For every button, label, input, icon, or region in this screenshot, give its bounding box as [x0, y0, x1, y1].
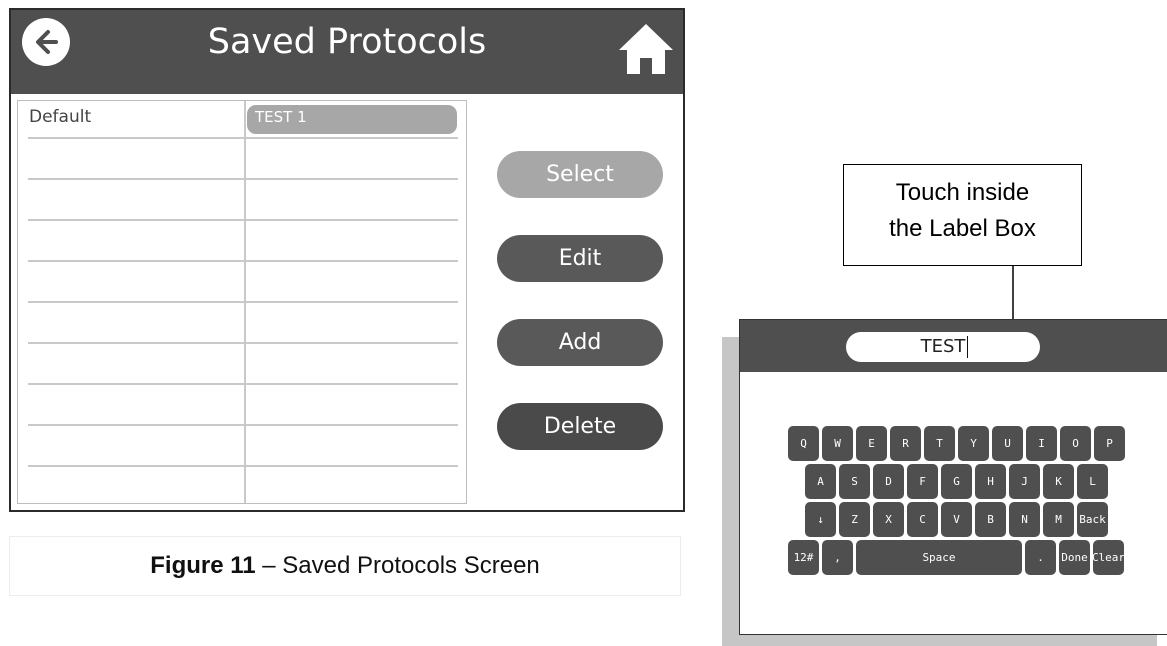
caption-text: – Saved Protocols Screen — [255, 552, 540, 579]
protocol-name-cell[interactable]: Default — [28, 101, 242, 142]
key-b[interactable]: B — [975, 502, 1006, 537]
key-c[interactable]: C — [907, 502, 938, 537]
key-shift[interactable]: ↓ — [805, 502, 836, 537]
page-title: Saved Protocols — [207, 22, 487, 62]
table-row[interactable] — [28, 220, 458, 261]
delete-button[interactable]: Delete — [497, 403, 663, 450]
text-caret — [967, 336, 968, 358]
saved-protocols-screen: Saved Protocols Default TEST 1 Select Ed… — [9, 8, 685, 512]
key-space[interactable]: Space — [856, 540, 1022, 575]
key-n[interactable]: N — [1009, 502, 1040, 537]
cell-text: Default — [29, 107, 92, 127]
key-back[interactable]: Back — [1077, 502, 1108, 537]
header-bar: Saved Protocols — [11, 10, 683, 94]
table-row[interactable]: Default TEST 1 — [28, 101, 458, 142]
key-p[interactable]: P — [1094, 426, 1125, 461]
key-l[interactable]: L — [1077, 464, 1108, 499]
table-row[interactable] — [28, 138, 458, 179]
key-h[interactable]: H — [975, 464, 1006, 499]
protocol-table: Default TEST 1 — [17, 100, 467, 504]
key-r[interactable]: R — [890, 426, 921, 461]
select-button[interactable]: Select — [497, 151, 663, 198]
edit-button[interactable]: Edit — [497, 235, 663, 282]
key-w[interactable]: W — [822, 426, 853, 461]
key-x[interactable]: X — [873, 502, 904, 537]
table-row[interactable] — [28, 179, 458, 220]
key-a[interactable]: A — [805, 464, 836, 499]
key-e[interactable]: E — [856, 426, 887, 461]
key-m[interactable]: M — [1043, 502, 1074, 537]
key-v[interactable]: V — [941, 502, 972, 537]
protocol-label-cell[interactable]: TEST 1 — [245, 101, 458, 142]
label-input[interactable]: TEST — [846, 332, 1040, 362]
table-row[interactable] — [28, 261, 458, 302]
key-u[interactable]: U — [992, 426, 1023, 461]
table-row[interactable] — [28, 302, 458, 343]
callout-box: Touch inside the Label Box — [843, 164, 1082, 266]
figure-caption: Figure 11 – Saved Protocols Screen — [9, 536, 681, 596]
label-text: TEST — [920, 336, 966, 357]
figure-number: Figure 11 — [150, 552, 256, 579]
key-o[interactable]: O — [1060, 426, 1091, 461]
key-z[interactable]: Z — [839, 502, 870, 537]
home-button[interactable] — [617, 20, 675, 76]
key-i[interactable]: I — [1026, 426, 1057, 461]
cell-text: TEST 1 — [255, 108, 307, 126]
key-clear[interactable]: Clear — [1092, 540, 1125, 575]
selected-label-pill[interactable]: TEST 1 — [247, 105, 457, 134]
key-comma[interactable]: , — [822, 540, 853, 575]
home-icon — [619, 24, 673, 74]
key-numbers[interactable]: 12# — [788, 540, 819, 575]
keyboard-header: TEST — [740, 320, 1167, 372]
table-row[interactable] — [28, 343, 458, 384]
key-k[interactable]: K — [1043, 464, 1074, 499]
key-y[interactable]: Y — [958, 426, 989, 461]
key-g[interactable]: G — [941, 464, 972, 499]
key-f[interactable]: F — [907, 464, 938, 499]
table-row[interactable] — [28, 384, 458, 425]
key-s[interactable]: S — [839, 464, 870, 499]
key-d[interactable]: D — [873, 464, 904, 499]
key-q[interactable]: Q — [788, 426, 819, 461]
add-button[interactable]: Add — [497, 319, 663, 366]
table-row[interactable] — [28, 425, 458, 466]
key-t[interactable]: T — [924, 426, 955, 461]
callout-line: the Label Box — [889, 215, 1036, 242]
key-period[interactable]: . — [1025, 540, 1056, 575]
key-j[interactable]: J — [1009, 464, 1040, 499]
key-done[interactable]: Done — [1059, 540, 1090, 575]
callout-line: Touch inside — [895, 179, 1030, 206]
keyboard-screen: TEST Q W E R T Y U I O P A S D F G H J K L ↓ Z X C V B N M Back 12#,… — [739, 319, 1167, 635]
